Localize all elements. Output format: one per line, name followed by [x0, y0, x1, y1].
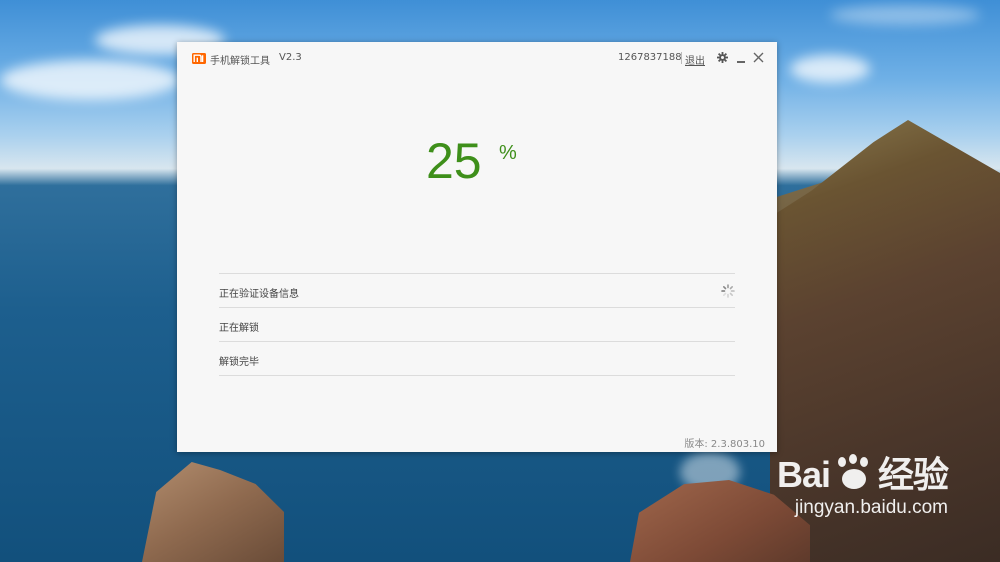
step-label: 解锁完毕 [219, 357, 259, 368]
step-label: 正在解锁 [219, 323, 259, 334]
minimize-icon[interactable] [736, 52, 746, 64]
rock [142, 462, 284, 562]
logout-link[interactable]: 退出 [685, 52, 705, 67]
unlock-steps: 正在验证设备信息 正在解锁 解锁完毕 [219, 273, 735, 376]
watermark-logo-text: Bai [776, 454, 831, 495]
watermark-url: jingyan.baidu.com [794, 497, 948, 518]
gear-icon[interactable] [717, 52, 728, 63]
unlock-tool-window: 手机解锁工具 V2.3 1267837188 退出 25 % 正在验证设备信息 [177, 42, 777, 452]
app-title: 手机解锁工具 [210, 56, 270, 67]
watermark-logo-suffix: 经验 [877, 454, 949, 495]
mi-logo-icon [192, 53, 206, 64]
baidu-watermark: Bai 经验 jingyan.baidu.com [776, 454, 949, 519]
cloud [830, 5, 980, 25]
step-unlocking: 正在解锁 [219, 307, 735, 341]
cloud [790, 55, 870, 83]
step-unlock-complete: 解锁完毕 [219, 341, 735, 376]
divider [681, 52, 682, 64]
cloud [0, 60, 180, 100]
paw-icon [834, 454, 874, 491]
step-verify-device: 正在验证设备信息 [219, 273, 735, 307]
spinner-icon [721, 284, 735, 298]
watermark-logo: Bai 经验 [776, 454, 949, 495]
percent-sign: % [499, 142, 517, 164]
app-version: V2.3 [279, 52, 302, 63]
progress-percent: 25 [426, 133, 482, 189]
build-version: 版本: 2.3.803.10 [684, 439, 765, 450]
close-icon[interactable] [753, 52, 764, 63]
account-id: 1267837188 [618, 52, 682, 63]
step-label: 正在验证设备信息 [219, 289, 299, 300]
title-bar[interactable]: 手机解锁工具 V2.3 1267837188 退出 [177, 42, 777, 76]
